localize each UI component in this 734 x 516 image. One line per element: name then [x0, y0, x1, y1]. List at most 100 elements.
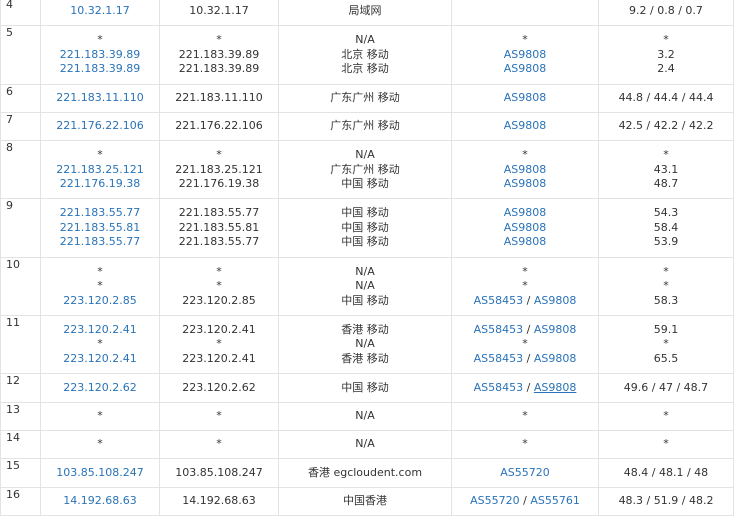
latency-text: 48.3 / 51.9 / 48.2 — [618, 493, 714, 507]
latency-text: 9.2 / 0.8 / 0.7 — [629, 4, 703, 18]
as-link[interactable]: AS58453 — [474, 323, 524, 336]
latency-text: * — [663, 279, 669, 293]
latency-text: 65.5 — [653, 352, 679, 366]
as-link[interactable]: AS9808 — [504, 91, 547, 104]
geo-cell: 局域网 — [278, 0, 452, 27]
ip-link[interactable]: 223.120.2.41 — [41, 352, 159, 367]
hostname-text: 10.32.1.17 — [189, 4, 249, 18]
hop-number-cell: 9 — [0, 198, 41, 258]
hop-number: 6 — [6, 84, 13, 98]
geo-text: 香港 移动 — [341, 322, 389, 336]
latency-text: * — [663, 337, 669, 351]
hostname-text: 221.183.55.81 — [178, 220, 260, 234]
latency-text: 44.8 / 44.4 / 44.4 — [618, 90, 714, 104]
hop-number: 16 — [6, 487, 20, 501]
as-line: AS58453 / AS9808 — [452, 381, 598, 396]
ip-link[interactable]: 221.183.55.81 — [41, 221, 159, 236]
as-cell: * * AS58453 / AS9808 — [451, 256, 599, 317]
as-link[interactable]: AS9808 — [504, 119, 547, 132]
as-link[interactable]: AS58453 — [474, 294, 524, 307]
latency-text: 59.1 — [653, 322, 679, 336]
ip-timeout: * — [97, 147, 103, 161]
as-link[interactable]: AS9808 — [534, 381, 577, 394]
as-separator: / — [523, 352, 534, 366]
ip-link[interactable]: 10.32.1.17 — [41, 4, 159, 19]
geo-cell: N/A N/A 中国 移动 — [278, 256, 452, 317]
geo-cell: 中国 移动 — [278, 373, 452, 403]
ip-link[interactable]: 221.183.11.110 — [41, 91, 159, 106]
as-link[interactable]: AS9808 — [534, 352, 577, 365]
as-separator: / — [523, 293, 534, 307]
hop-number: 7 — [6, 112, 13, 126]
hostname-text: 14.192.68.63 — [182, 493, 256, 507]
ip-link[interactable]: 223.120.2.85 — [41, 294, 159, 309]
ip-link[interactable]: 223.120.2.41 — [41, 323, 159, 338]
as-link[interactable]: AS9808 — [534, 323, 577, 336]
latency-text: 48.4 / 48.1 / 48 — [623, 465, 709, 479]
traceroute-table: 4 10.32.1.17 10.32.1.17 局域网 9.2 / 0.8 / 0.7 5… — [0, 0, 734, 516]
as-cell: AS55720 — [451, 458, 599, 488]
ip-link[interactable]: 221.183.39.89 — [41, 48, 159, 63]
ip-link[interactable]: 221.183.55.77 — [41, 206, 159, 221]
ip-link[interactable]: 14.192.68.63 — [41, 494, 159, 509]
ip-link[interactable]: 221.176.22.106 — [41, 119, 159, 134]
geo-cell: N/A 北京 移动 北京 移动 — [278, 25, 452, 85]
latency-cell: 48.4 / 48.1 / 48 — [598, 458, 734, 488]
ip-link[interactable]: 103.85.108.247 — [41, 466, 159, 481]
table-row: 14 * * N/A * * — [0, 429, 734, 460]
ip-cell: 14.192.68.63 — [40, 486, 160, 516]
as-line: AS58453 / AS9808 — [452, 352, 598, 367]
geo-text: N/A — [355, 437, 375, 451]
as-cell — [451, 0, 599, 27]
ip-timeout: * — [97, 33, 103, 47]
geo-cell: 中国香港 — [278, 486, 452, 516]
ip-link[interactable]: 223.120.2.62 — [41, 381, 159, 396]
latency-text: 49.6 / 47 / 48.7 — [623, 380, 709, 394]
as-link[interactable]: AS58453 — [474, 381, 524, 394]
as-link[interactable]: AS9808 — [504, 221, 547, 234]
hostname-text: 223.120.2.62 — [182, 380, 256, 394]
hop-number-cell: 4 — [0, 0, 41, 27]
as-link[interactable]: AS9808 — [504, 62, 547, 75]
as-link[interactable]: AS9808 — [504, 48, 547, 61]
latency-cell: 49.6 / 47 / 48.7 — [598, 373, 734, 403]
as-link[interactable]: AS9808 — [504, 235, 547, 248]
hop-number-cell: 10 — [0, 256, 41, 317]
as-link[interactable]: AS9808 — [534, 294, 577, 307]
latency-text: 48.7 — [653, 177, 679, 191]
as-link[interactable]: AS55720 — [470, 494, 520, 507]
ip-link[interactable]: 221.176.19.38 — [41, 177, 159, 192]
as-link[interactable]: AS55720 — [500, 466, 550, 479]
traceroute-rows: 4 10.32.1.17 10.32.1.17 局域网 9.2 / 0.8 / 0.7 5… — [0, 0, 734, 516]
table-row: 6 221.183.11.110 221.183.11.110 广东广州 移动 AS98… — [0, 83, 734, 113]
as-line: * — [452, 437, 598, 452]
geo-cell: 广东广州 移动 — [278, 83, 452, 113]
ip-link[interactable]: 221.183.25.121 — [41, 163, 159, 178]
hostname-text: 221.183.39.89 — [178, 47, 260, 61]
latency-text: * — [663, 437, 669, 451]
hop-number-cell: 5 — [0, 25, 41, 85]
hop-number: 5 — [6, 26, 13, 40]
ip-link[interactable]: 221.183.39.89 — [41, 62, 159, 77]
as-link[interactable]: AS9808 — [504, 177, 547, 190]
as-cell: AS9808 AS9808 AS9808 — [451, 198, 599, 258]
ip-link[interactable]: 221.183.55.77 — [41, 235, 159, 250]
as-link[interactable]: AS58453 — [474, 352, 524, 365]
ip-cell: 221.183.11.110 — [40, 83, 160, 113]
table-row: 8 * 221.183.25.121 221.176.19.38 * 221.183.25… — [0, 140, 734, 200]
latency-cell: 44.8 / 44.4 / 44.4 — [598, 83, 734, 113]
table-row: 13 * * N/A * * — [0, 401, 734, 431]
hop-number-cell: 16 — [0, 486, 41, 516]
geo-cell: 香港 移动 N/A 香港 移动 — [278, 315, 452, 375]
as-link[interactable]: AS9808 — [504, 163, 547, 176]
traceroute-table-container: 4 10.32.1.17 10.32.1.17 局域网 9.2 / 0.8 / 0.7 5… — [0, 0, 734, 516]
geo-text: 中国 移动 — [341, 293, 389, 307]
as-line: AS9808 — [452, 235, 598, 250]
as-link[interactable]: AS55761 — [530, 494, 580, 507]
as-link[interactable]: AS9808 — [504, 206, 547, 219]
hostname-text: 221.183.39.89 — [178, 62, 260, 76]
hostname-text: * — [216, 264, 222, 278]
geo-text: 中国 移动 — [341, 177, 389, 191]
latency-cell: * — [598, 401, 734, 431]
hostname-text: * — [216, 437, 222, 451]
